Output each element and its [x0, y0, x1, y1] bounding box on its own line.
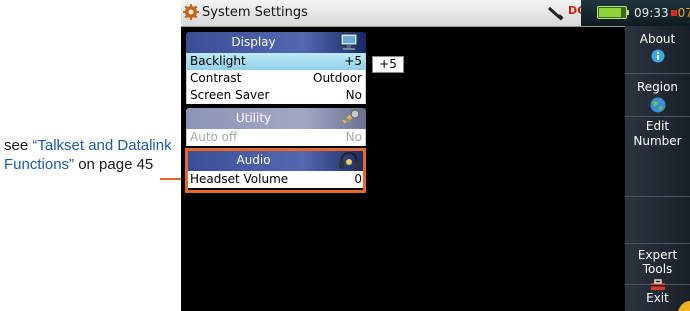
expert-tools-button[interactable]: Expert Tools [625, 244, 690, 290]
expert-tools-label-2: Tools [642, 262, 673, 276]
about-button[interactable]: About [625, 26, 690, 74]
exit-button[interactable]: Exit [625, 285, 690, 311]
setting-row-backlight[interactable]: Backlight +5 [186, 53, 366, 70]
setting-value: No [345, 88, 362, 102]
region-label: Region [636, 80, 679, 94]
callout-text: see “Talkset and Datalink Functions” on … [4, 136, 172, 174]
setting-row-screen-saver[interactable]: Screen Saver No [186, 87, 366, 104]
battery-level [599, 8, 621, 17]
setting-value: No [345, 130, 362, 144]
plug-icon [547, 6, 564, 21]
section-header-utility[interactable]: Utility [186, 108, 366, 129]
exit-label: Exit [646, 291, 669, 305]
device-screen: System Settings DC 09:3307/02/2019 Displ… [181, 0, 690, 311]
softkey-bar: About Region Edit Number Expert Tools Ex… [625, 26, 690, 311]
setting-row-auto-off: Auto off No [186, 129, 366, 146]
blank-softkey[interactable] [625, 197, 690, 244]
setting-value: Outdoor [313, 71, 362, 85]
clock-date: 07/02/2019 [677, 6, 690, 20]
alert-mark-icon [670, 10, 677, 16]
setting-label: Auto off [190, 130, 238, 144]
about-label: About [639, 32, 676, 46]
battery-icon [597, 6, 627, 19]
section-header-display[interactable]: Display [186, 32, 366, 53]
callout-highlight-box [185, 148, 366, 193]
expert-tools-label-1: Expert [637, 248, 678, 262]
callout-suffix: on page 45 [74, 156, 154, 173]
exit-arrow-icon [678, 301, 690, 311]
gear-icon [183, 4, 199, 20]
setting-label: Screen Saver [190, 88, 270, 102]
section-title: Utility [235, 111, 272, 125]
monitor-icon [340, 33, 358, 50]
edit-number-label-2: Number [633, 134, 682, 148]
title-bar: System Settings DC 09:3307/02/2019 [181, 0, 690, 27]
window-title: System Settings [202, 5, 308, 20]
region-button[interactable]: Region [625, 74, 690, 117]
globe-icon [650, 97, 665, 113]
value-popup: +5 [372, 56, 404, 73]
setting-label: Backlight [190, 54, 246, 68]
tools-icon [342, 109, 360, 125]
info-icon [651, 49, 664, 63]
edit-number-label-1: Edit [645, 119, 670, 133]
section-title: Display [231, 35, 276, 49]
clock: 09:33 07/02/2019 [634, 6, 690, 20]
edit-number-button[interactable]: Edit Number [625, 117, 690, 197]
callout-prefix: see [4, 137, 33, 154]
setting-label: Contrast [190, 71, 242, 85]
clock-time: 09:33 [634, 6, 669, 20]
setting-value: +5 [344, 54, 362, 68]
battery-tip [627, 10, 629, 15]
setting-row-contrast[interactable]: Contrast Outdoor [186, 70, 366, 87]
